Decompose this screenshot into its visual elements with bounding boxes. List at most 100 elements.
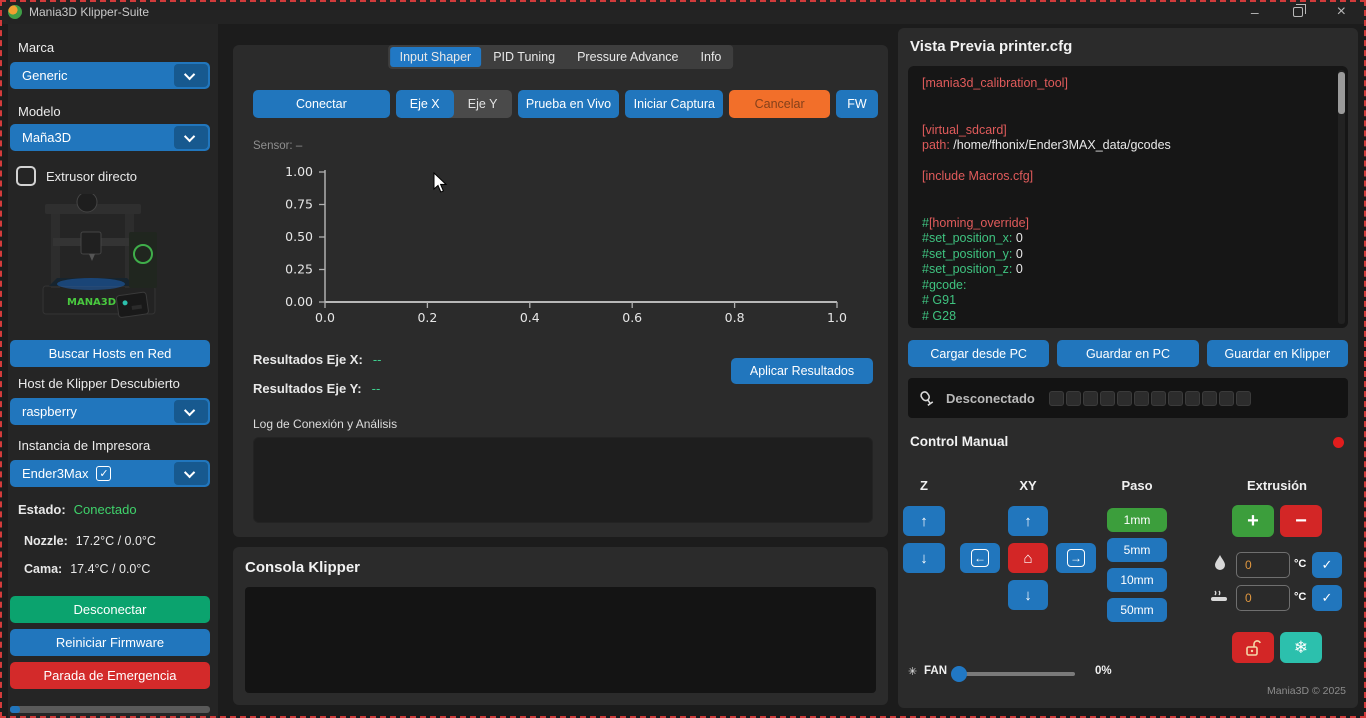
bed-temp-input[interactable]: [1236, 585, 1290, 611]
marca-label: Marca: [18, 40, 54, 55]
meter-cell: [1168, 391, 1183, 406]
estado-label: Estado:: [18, 502, 66, 517]
prueba-en-vivo-button[interactable]: Prueba en Vivo: [518, 90, 620, 118]
copyright-text: Mania3D © 2025: [1267, 685, 1346, 697]
meter-cell: [1134, 391, 1149, 406]
chevron-down-icon[interactable]: [174, 400, 208, 423]
tab-info[interactable]: Info: [691, 47, 732, 67]
config-line: #[homing_override]: [922, 216, 1330, 232]
extrusor-directo-checkbox[interactable]: [16, 166, 36, 186]
nozzle-temp-input[interactable]: [1236, 552, 1290, 578]
arrow-up-icon: ↑: [1024, 513, 1032, 530]
cargar-desde-pc-button[interactable]: Cargar desde PC: [908, 340, 1049, 367]
paso-column-label: Paso: [1107, 478, 1167, 493]
fan-value: 0%: [1095, 665, 1112, 677]
record-indicator: [1333, 437, 1344, 448]
xy-column-label: XY: [1008, 478, 1048, 493]
meter-cell: [1066, 391, 1081, 406]
plus-icon: +: [1247, 510, 1259, 533]
sensor-status-label: Sensor: –: [253, 140, 302, 152]
conectar-button[interactable]: Conectar: [253, 90, 390, 118]
config-line: [mania3d_calibration_tool]: [922, 76, 1330, 92]
tab-pressure-advance[interactable]: Pressure Advance: [567, 47, 688, 67]
xy-up-button[interactable]: ↑: [1008, 506, 1048, 536]
reiniciar-firmware-button[interactable]: Reiniciar Firmware: [10, 629, 210, 656]
shaper-chart: 0.000.250.500.751.000.00.20.40.60.81.0: [253, 162, 873, 342]
paso-5mm-button[interactable]: 5mm: [1107, 538, 1167, 562]
chart-tick-label: 0.00: [285, 294, 313, 309]
marca-dropdown[interactable]: Generic: [10, 62, 210, 89]
tab-input-shaper[interactable]: Input Shaper: [390, 47, 482, 67]
config-line: [922, 154, 1330, 170]
cancelar-button[interactable]: Cancelar: [729, 90, 830, 118]
cooldown-button[interactable]: ❄: [1280, 632, 1322, 663]
desconectar-button[interactable]: Desconectar: [10, 596, 210, 623]
printer-brand-text: MANA3D: [67, 297, 116, 308]
eje-x-button[interactable]: Eje X: [396, 90, 454, 118]
printer-cfg-preview[interactable]: [mania3d_calibration_tool] [virtual_sdca…: [908, 66, 1348, 328]
z-up-button[interactable]: ↑: [903, 506, 945, 536]
klipper-console-output[interactable]: [245, 587, 876, 693]
instancia-dropdown[interactable]: Ender3Max ✓: [10, 460, 210, 487]
tab-bar: Input ShaperPID TuningPressure AdvanceIn…: [388, 45, 734, 69]
bed-temp-apply-button[interactable]: ✓: [1312, 585, 1342, 611]
chart-tick-label: 0.75: [285, 197, 313, 212]
snowflake-icon: ❄: [1294, 638, 1308, 658]
meter-cell: [1219, 391, 1234, 406]
fan-slider-thumb[interactable]: [951, 666, 967, 682]
home-icon: ⌂: [1023, 550, 1032, 567]
config-line: #set_position_y: 0: [922, 247, 1330, 263]
guardar-en-klipper-button[interactable]: Guardar en Klipper: [1207, 340, 1348, 367]
xy-left-button[interactable]: ←: [960, 543, 1000, 573]
config-line: [virtual_sdcard]: [922, 123, 1330, 139]
iniciar-captura-button[interactable]: Iniciar Captura: [625, 90, 723, 118]
config-line: [922, 200, 1330, 216]
scrollbar-thumb[interactable]: [1338, 72, 1345, 114]
z-down-button[interactable]: ↓: [903, 543, 945, 573]
input-shaper-panel: Input ShaperPID TuningPressure AdvanceIn…: [233, 45, 888, 537]
guardar-en-pc-button[interactable]: Guardar en PC: [1057, 340, 1198, 367]
cama-value: 17.4°C / 0.0°C: [70, 562, 150, 576]
minimize-button[interactable]: –: [1251, 5, 1259, 19]
tab-pid-tuning[interactable]: PID Tuning: [483, 47, 565, 67]
config-scrollbar[interactable]: [1338, 70, 1345, 324]
paso-1mm-button[interactable]: 1mm: [1107, 508, 1167, 532]
window-title: Mania3D Klipper-Suite: [29, 5, 149, 19]
connection-log-textarea[interactable]: [253, 437, 873, 523]
paso-50mm-button[interactable]: 50mm: [1107, 598, 1167, 622]
sidebar-horizontal-scrollbar[interactable]: [10, 706, 210, 713]
arrow-down-icon: ↓: [1024, 587, 1032, 604]
host-dropdown[interactable]: raspberry: [10, 398, 210, 425]
parada-emergencia-button[interactable]: Parada de Emergencia: [10, 662, 210, 689]
arrow-up-icon: ↑: [920, 513, 928, 530]
title-bar: Mania3D Klipper-Suite – ×: [0, 0, 1366, 24]
checked-checkbox-icon: ✓: [96, 466, 111, 481]
arrow-right-icon: →: [1067, 549, 1085, 567]
maximize-button[interactable]: [1293, 7, 1303, 17]
nozzle-temp-apply-button[interactable]: ✓: [1312, 552, 1342, 578]
buscar-hosts-button[interactable]: Buscar Hosts en Red: [10, 340, 210, 367]
meter-cell: [1117, 391, 1132, 406]
meter-cell: [1236, 391, 1251, 406]
xy-right-button[interactable]: →: [1056, 543, 1096, 573]
config-line: # G28: [922, 309, 1330, 325]
paso-10mm-button[interactable]: 10mm: [1107, 568, 1167, 592]
sidebar: Marca Generic Modelo Maña3D Extrusor dir…: [8, 24, 218, 718]
config-text: [mania3d_calibration_tool] [virtual_sdca…: [922, 76, 1330, 324]
chevron-down-icon[interactable]: [174, 462, 208, 485]
scrollbar-thumb[interactable]: [10, 706, 20, 713]
xy-down-button[interactable]: ↓: [1008, 580, 1048, 610]
modelo-label: Modelo: [18, 104, 61, 119]
extrude-plus-button[interactable]: +: [1232, 505, 1274, 537]
fan-slider[interactable]: [953, 672, 1075, 676]
unlock-motors-button[interactable]: [1232, 632, 1274, 663]
close-button[interactable]: ×: [1337, 5, 1346, 19]
fw-button[interactable]: FW: [836, 90, 878, 118]
eje-y-button[interactable]: Eje Y: [454, 90, 512, 118]
modelo-dropdown[interactable]: Maña3D: [10, 124, 210, 151]
aplicar-resultados-button[interactable]: Aplicar Resultados: [731, 358, 873, 384]
chevron-down-icon[interactable]: [174, 64, 208, 87]
extrude-minus-button[interactable]: −: [1280, 505, 1322, 537]
xy-home-button[interactable]: ⌂: [1008, 543, 1048, 573]
chevron-down-icon[interactable]: [174, 126, 208, 149]
